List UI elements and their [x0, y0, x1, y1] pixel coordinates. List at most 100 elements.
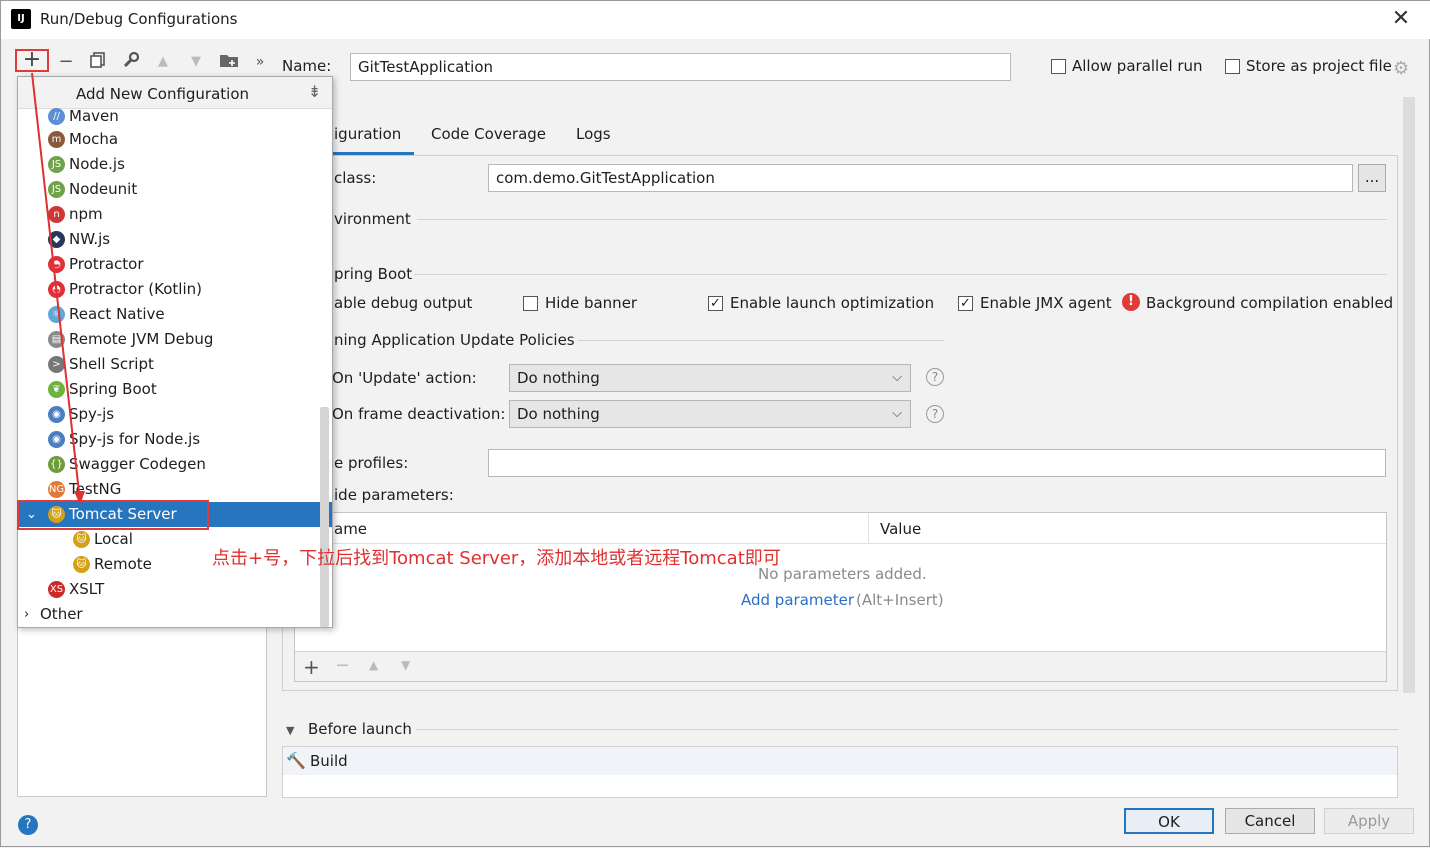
- intellij-app-icon: IJ: [11, 9, 31, 29]
- store-project-checkbox[interactable]: [1225, 59, 1240, 74]
- popup-item-label: Protractor (Kotlin): [69, 280, 202, 298]
- shell-icon: >: [48, 356, 65, 373]
- gear-icon[interactable]: ⚙: [1393, 58, 1409, 79]
- add-parameter-link[interactable]: Add parameter: [741, 591, 854, 609]
- main-scrollbar[interactable]: [1403, 97, 1415, 693]
- launch-optimization-label: Enable launch optimization: [730, 294, 935, 312]
- popup-item-spy-js-for-node-js[interactable]: ◉ Spy-js for Node.js: [18, 427, 318, 452]
- update-action-value: Do nothing: [517, 369, 600, 387]
- more-icon[interactable]: »: [248, 51, 272, 73]
- highlight-box: [17, 500, 209, 530]
- popup-item-mocha[interactable]: m Mocha: [18, 127, 318, 152]
- popup-item-label: Maven: [69, 107, 119, 125]
- empty-table-text: No parameters added.: [758, 565, 927, 583]
- popup-item-label: Remote: [94, 555, 152, 573]
- popup-item-xslt[interactable]: XS XSLT: [18, 577, 318, 602]
- popup-item-other[interactable]: › Other: [18, 602, 318, 627]
- debug-output-label[interactable]: able debug output: [334, 294, 472, 312]
- before-launch-separator: [416, 729, 1398, 730]
- popup-item-npm[interactable]: n npm: [18, 202, 318, 227]
- chevron-right-icon[interactable]: ›: [24, 602, 29, 627]
- copy-icon[interactable]: [86, 51, 110, 73]
- row-down-icon[interactable]: ▼: [401, 658, 410, 672]
- frame-deactivation-value: Do nothing: [517, 405, 600, 423]
- allow-parallel-checkbox[interactable]: [1051, 59, 1066, 74]
- store-project-label: Store as project file: [1246, 57, 1392, 75]
- move-up-icon[interactable]: ▲: [151, 51, 175, 73]
- environment-separator: [417, 219, 1387, 220]
- popup-item-remote-jvm-debug[interactable]: ▤ Remote JVM Debug: [18, 327, 318, 352]
- popup-item-protractor[interactable]: ◓ Protractor: [18, 252, 318, 277]
- column-value-header[interactable]: Value: [880, 520, 921, 538]
- help-icon[interactable]: ?: [926, 405, 944, 423]
- name-label: Name:: [282, 57, 332, 75]
- popup-item-swagger-codegen[interactable]: {} Swagger Codegen: [18, 452, 318, 477]
- popup-item-label: React Native: [69, 305, 165, 323]
- apply-button[interactable]: Apply: [1324, 808, 1414, 834]
- nodeunit-icon: JS: [48, 181, 65, 198]
- popup-item-nodeunit[interactable]: JS Nodeunit: [18, 177, 318, 202]
- popup-item-testng[interactable]: NG TestNG: [18, 477, 318, 502]
- mocha-icon: m: [48, 131, 65, 148]
- update-action-label: On 'Update' action:: [332, 369, 477, 387]
- popup-item-label: Other: [40, 605, 83, 623]
- title-bar: IJ Run/Debug Configurations ✕: [1, 1, 1430, 39]
- tab-logs[interactable]: Logs: [576, 125, 611, 143]
- popup-item-react-native[interactable]: ⚛ React Native: [18, 302, 318, 327]
- background-compilation-label: Background compilation enabled: [1146, 294, 1394, 312]
- name-field[interactable]: GitTestApplication: [350, 53, 1011, 81]
- before-launch-label[interactable]: Before launch: [308, 720, 412, 738]
- environment-section-label[interactable]: vironment: [334, 210, 411, 228]
- popup-scrollbar[interactable]: [320, 407, 329, 627]
- popup-item-shell-script[interactable]: > Shell Script: [18, 352, 318, 377]
- help-icon[interactable]: ?: [926, 368, 944, 386]
- cancel-button[interactable]: Cancel: [1225, 808, 1315, 834]
- testng-icon: NG: [48, 481, 65, 498]
- hide-banner-label: Hide banner: [545, 294, 638, 312]
- hide-banner-checkbox[interactable]: [523, 296, 538, 311]
- main-class-label: class:: [334, 169, 377, 187]
- popup-item-label: Protractor: [69, 255, 144, 273]
- launch-optimization-checkbox[interactable]: ✓: [708, 296, 723, 311]
- list-item[interactable]: [283, 747, 1397, 775]
- popup-item-nw-js[interactable]: ◆ NW.js: [18, 227, 318, 252]
- move-down-icon[interactable]: ▼: [184, 51, 208, 73]
- main-class-field[interactable]: com.demo.GitTestApplication: [488, 164, 1353, 192]
- spyjs-icon: ◉: [48, 406, 65, 423]
- popup-item-spring-boot[interactable]: ❦ Spring Boot: [18, 377, 318, 402]
- column-name-header[interactable]: ame: [334, 520, 367, 538]
- remove-row-icon[interactable]: −: [335, 655, 350, 676]
- popup-item-protractor-kotlin[interactable]: ◓ Protractor (Kotlin): [18, 277, 318, 302]
- help-button[interactable]: ?: [18, 815, 38, 835]
- popup-item-label: Shell Script: [69, 355, 154, 373]
- popup-item-label: Nodeunit: [69, 180, 138, 198]
- remove-configuration-button[interactable]: −: [54, 51, 78, 73]
- browse-main-class-button[interactable]: ...: [1358, 164, 1386, 192]
- tab-configuration[interactable]: iguration: [334, 125, 401, 143]
- wrench-icon[interactable]: [119, 51, 143, 73]
- update-action-select[interactable]: Do nothing ⌵: [509, 364, 911, 392]
- add-row-icon[interactable]: +: [303, 655, 320, 679]
- tomcat-local-icon: 🐱: [73, 531, 90, 548]
- active-profiles-field[interactable]: [488, 449, 1386, 477]
- close-icon[interactable]: ✕: [1389, 7, 1413, 31]
- ok-button[interactable]: OK: [1124, 808, 1214, 834]
- popup-item-label: TestNG: [69, 480, 122, 498]
- popup-item-node-js[interactable]: JS Node.js: [18, 152, 318, 177]
- protractor-icon: ◓: [48, 256, 65, 273]
- popup-item-spy-js[interactable]: ◉ Spy-js: [18, 402, 318, 427]
- row-up-icon[interactable]: ▲: [369, 658, 378, 672]
- collapse-triangle-icon[interactable]: ▼: [286, 724, 294, 737]
- popup-item-label: Node.js: [69, 155, 125, 173]
- tab-code-coverage[interactable]: Code Coverage: [431, 125, 546, 143]
- active-profiles-label: e profiles:: [334, 454, 409, 472]
- popup-item-maven[interactable]: //Maven: [18, 104, 318, 129]
- add-configuration-button[interactable]: +: [15, 49, 49, 72]
- folder-icon[interactable]: [217, 51, 241, 73]
- react-icon: ⚛: [48, 306, 65, 323]
- frame-deactivation-select[interactable]: Do nothing ⌵: [509, 400, 911, 428]
- jmx-agent-checkbox[interactable]: ✓: [958, 296, 973, 311]
- update-policies-label: ning Application Update Policies: [334, 331, 575, 349]
- maven-icon: //: [48, 108, 65, 125]
- collapse-all-icon[interactable]: ⇟: [308, 82, 321, 101]
